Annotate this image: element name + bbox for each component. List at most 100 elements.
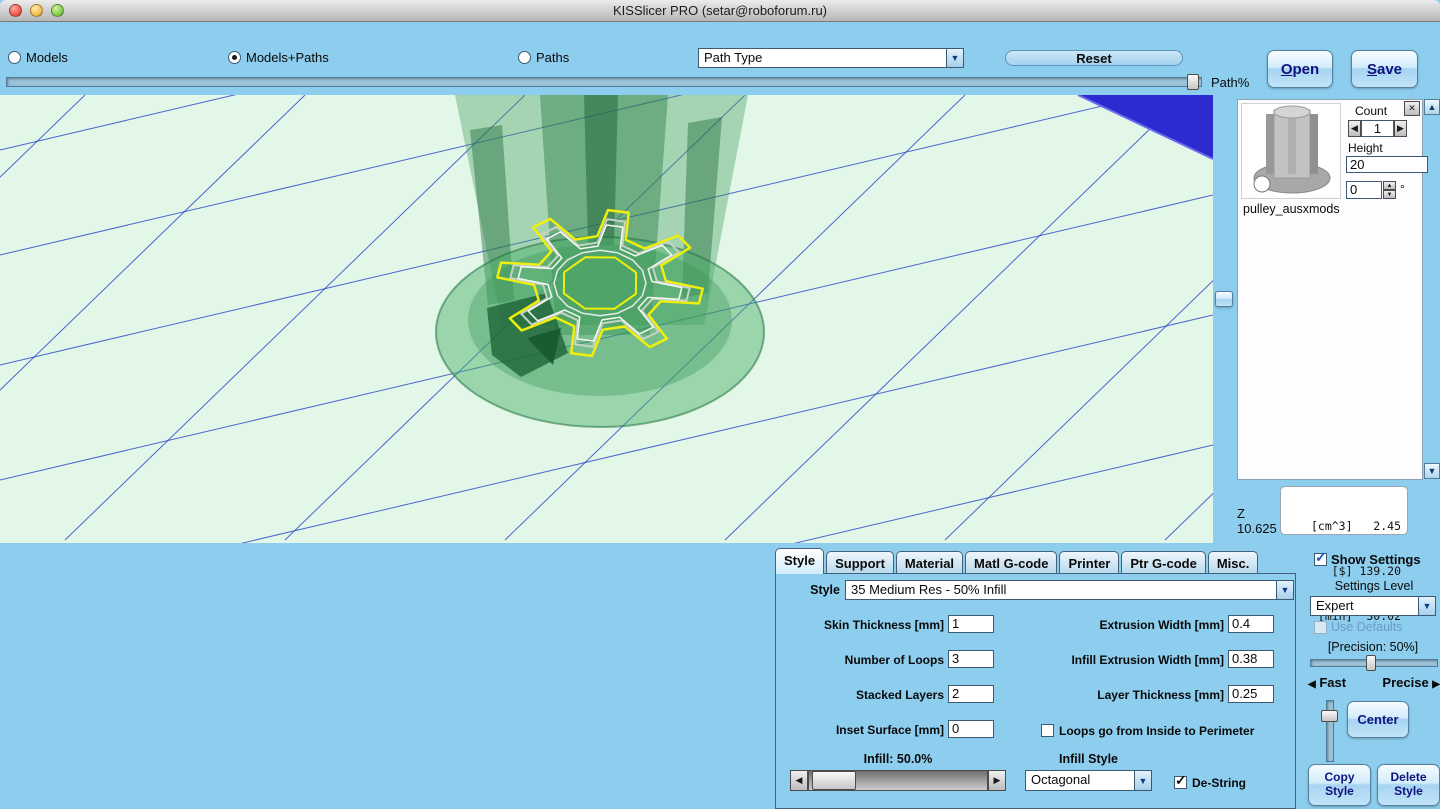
precise-label: Precise [1382,675,1428,690]
up-arrow-icon[interactable]: ▲ [1383,181,1396,190]
tab-style[interactable]: Style [775,548,824,574]
inset-surface-input[interactable]: 0 [948,720,994,738]
infill-slider-thumb[interactable] [812,771,856,790]
infill-slider[interactable]: ◀ ▶ [790,770,1006,791]
left-arrow-icon: ◀ [1351,123,1358,134]
settings-level-select[interactable]: Expert ▼ [1310,596,1436,616]
window-controls [9,4,64,17]
infill-slider-left-button[interactable]: ◀ [790,770,808,791]
chevron-down-icon[interactable]: ▼ [1134,771,1151,790]
right-arrow-icon: ▶ [1432,679,1440,690]
precise-end: Precise ▶ [1382,675,1440,690]
stacked-layers-input[interactable]: 2 [948,685,994,703]
view-mode-paths[interactable]: Paths [518,50,569,65]
count-label: Count [1355,104,1387,118]
copy-style-button[interactable]: Copy Style [1308,764,1371,806]
precision-slider-thumb[interactable] [1366,655,1376,671]
left-arrow-icon: ◀ [1308,679,1316,690]
style-preset-select[interactable]: 35 Medium Res - 50% Infill ▼ [845,580,1294,600]
check-icon: ✓ [1175,772,1187,789]
rotation-stepper[interactable]: ▲ ▼ [1383,181,1396,199]
loops-inside-to-perimeter-checkbox[interactable] [1041,724,1054,737]
center-button-label: Center [1357,712,1398,727]
close-icon: ✕ [1408,103,1416,114]
rotation-input[interactable]: 0 [1346,181,1382,199]
viewport-splitter-handle[interactable] [1215,291,1233,307]
z-axis-label: Z [1237,506,1245,521]
chevron-down-icon[interactable]: ▼ [1276,581,1293,599]
viewport-3d[interactable] [0,95,1213,543]
save-button[interactable]: Save [1351,50,1418,88]
count-decrement-button[interactable]: ◀ [1348,120,1361,137]
layer-thickness-input[interactable]: 0.25 [1228,685,1274,703]
show-settings-checkbox[interactable]: ✓ [1314,553,1327,566]
title-bar[interactable]: KISSlicer PRO (setar@roboforum.ru) [0,0,1440,22]
infill-style-select[interactable]: Octagonal ▼ [1025,770,1152,791]
radio-selected-icon[interactable] [228,51,241,64]
delete-style-button[interactable]: Delete Style [1377,764,1440,806]
path-type-select[interactable]: Path Type ▼ [698,48,964,68]
tab-ptr-gcode[interactable]: Ptr G-code [1121,551,1205,574]
show-settings-label: Show Settings [1331,552,1421,567]
number-of-loops-input[interactable]: 3 [948,650,994,668]
path-percent-slider-thumb[interactable] [1187,74,1199,90]
fast-label: Fast [1319,675,1346,690]
right-arrow-icon: ▶ [1397,123,1404,134]
tab-support[interactable]: Support [826,551,894,574]
settings-level-value: Expert [1311,597,1418,615]
vertical-nudge-slider-thumb[interactable] [1321,710,1338,722]
view-mode-models[interactable]: Models [8,50,68,65]
scroll-up-button[interactable]: ▲ [1424,99,1440,115]
path-type-value: Path Type [699,49,946,67]
left-arrow-icon: ◀ [796,775,803,786]
rotation-unit-label: ° [1400,182,1405,196]
open-button-mnemonic: O [1281,61,1293,78]
down-arrow-icon[interactable]: ▼ [1383,190,1396,199]
scroll-up-icon: ▲ [1428,102,1437,112]
print-stats-box: [cm^3] 2.45 [$] 139.20 [min] 30.02 [1280,486,1408,535]
save-button-mnemonic: S [1367,61,1377,78]
infill-slider-right-button[interactable]: ▶ [988,770,1006,791]
close-window-icon[interactable] [9,4,22,17]
view-mode-models-paths[interactable]: Models+Paths [228,50,329,65]
center-button[interactable]: Center [1347,701,1409,738]
open-button-label: pen [1293,61,1320,78]
close-model-button[interactable]: ✕ [1404,101,1420,116]
minimize-window-icon[interactable] [30,4,43,17]
origin-marker [1254,176,1270,192]
tab-printer[interactable]: Printer [1059,551,1119,574]
scroll-down-button[interactable]: ▼ [1424,463,1440,479]
use-defaults-checkbox[interactable] [1314,621,1327,634]
tab-misc[interactable]: Misc. [1208,551,1259,574]
reset-button-label: Reset [1076,51,1111,66]
chevron-down-icon[interactable]: ▼ [946,49,963,67]
settings-level-label: Settings Level [1310,579,1438,593]
radio-icon[interactable] [518,51,531,64]
chevron-down-icon[interactable]: ▼ [1418,597,1435,615]
height-input[interactable]: 20 [1346,156,1428,173]
model-thumbnail[interactable] [1241,103,1341,199]
skin-thickness-input[interactable]: 1 [948,615,994,633]
count-input[interactable]: 1 [1361,120,1394,137]
destring-checkbox[interactable]: ✓ [1174,776,1187,789]
extrusion-width-input[interactable]: 0.4 [1228,615,1274,633]
check-icon: ✓ [1315,549,1327,566]
view-mode-models-label: Models [26,50,68,65]
view-mode-paths-label: Paths [536,50,569,65]
reset-button[interactable]: Reset [1005,50,1183,66]
down-arrow-glyph: ▼ [1387,192,1393,198]
tab-material[interactable]: Material [896,551,963,574]
tab-matl-gcode[interactable]: Matl G-code [965,551,1057,574]
radio-icon[interactable] [8,51,21,64]
model-pulley[interactable] [436,95,764,427]
window-title: KISSlicer PRO (setar@roboforum.ru) [613,3,827,18]
use-defaults-label: Use Defaults [1331,620,1403,634]
infill-style-value: Octagonal [1026,771,1134,790]
path-percent-slider[interactable] [6,77,1202,87]
count-increment-button[interactable]: ▶ [1394,120,1407,137]
zoom-window-icon[interactable] [51,4,64,17]
infill-extrusion-width-input[interactable]: 0.38 [1228,650,1274,668]
precision-label: [Precision: 50%] [1306,640,1440,654]
open-button[interactable]: Open [1267,50,1333,88]
model-name-label[interactable]: pulley_ausxmods [1243,202,1340,216]
